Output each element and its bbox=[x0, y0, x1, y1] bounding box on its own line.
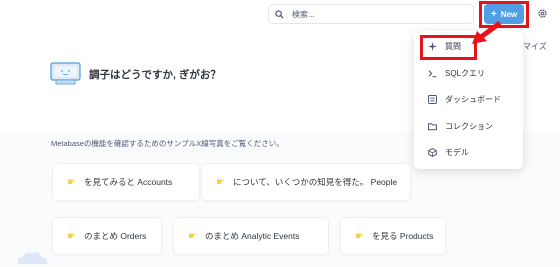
red-arrow-annotation bbox=[472, 20, 502, 44]
hand-icon: ☛ bbox=[67, 176, 76, 188]
xray-intro-text: Metabaseの機能を確認するためのサンプルX線写真をご覧ください。 bbox=[51, 139, 284, 148]
dashboard-icon bbox=[428, 94, 437, 104]
customize-link-partial[interactable]: マイズ bbox=[523, 41, 547, 52]
menu-item-label: ダッシュボード bbox=[445, 94, 501, 104]
model-icon bbox=[428, 147, 437, 157]
menu-item-label: モデル bbox=[445, 147, 469, 157]
hand-icon: ☛ bbox=[188, 230, 197, 242]
menu-item-sql-query[interactable]: SQLクエリ bbox=[414, 62, 523, 84]
menu-item-model[interactable]: モデル bbox=[414, 141, 523, 163]
search-icon bbox=[275, 9, 284, 19]
hand-icon: ☛ bbox=[216, 176, 225, 188]
cloud-decoration-icon bbox=[17, 252, 48, 264]
xray-card-label: について、いくつかの知見を得た。 People bbox=[232, 177, 398, 187]
greeting-title: 調子はどうですか, ぎがお？ bbox=[89, 69, 221, 81]
xray-card-label: を見てみると Accounts bbox=[83, 177, 173, 187]
xray-card-label: のまとめ Orders bbox=[83, 231, 147, 241]
xray-card-people[interactable]: ☛ について、いくつかの知見を得た。 People bbox=[201, 163, 411, 201]
xray-card-analytic-events[interactable]: ☛ のまとめ Analytic Events bbox=[173, 217, 329, 255]
xray-card-label: のまとめ Analytic Events bbox=[204, 231, 300, 241]
hand-icon: ☛ bbox=[67, 230, 76, 242]
gear-icon[interactable] bbox=[537, 8, 548, 19]
question-item-highlight bbox=[420, 35, 477, 60]
plus-icon: + bbox=[490, 8, 497, 20]
xray-card-orders[interactable]: ☛ のまとめ Orders bbox=[52, 217, 162, 255]
greeting-illustration-icon bbox=[50, 62, 81, 85]
new-button-label: New bbox=[500, 9, 518, 19]
terminal-icon bbox=[428, 69, 437, 77]
search-placeholder: 検索... bbox=[292, 9, 315, 19]
menu-item-dashboard[interactable]: ダッシュボード bbox=[414, 88, 523, 110]
search-input[interactable]: 検索... bbox=[268, 4, 474, 24]
xray-card-products[interactable]: ☛ を見る Products bbox=[340, 217, 446, 255]
xray-card-label: を見る Products bbox=[371, 231, 434, 241]
menu-item-label: コレクション bbox=[445, 121, 493, 131]
hand-icon: ☛ bbox=[355, 230, 364, 242]
xray-card-accounts[interactable]: ☛ を見てみると Accounts bbox=[52, 163, 200, 201]
menu-item-collection[interactable]: コレクション bbox=[414, 115, 523, 137]
menu-item-label: SQLクエリ bbox=[445, 68, 486, 78]
folder-icon bbox=[428, 122, 437, 130]
